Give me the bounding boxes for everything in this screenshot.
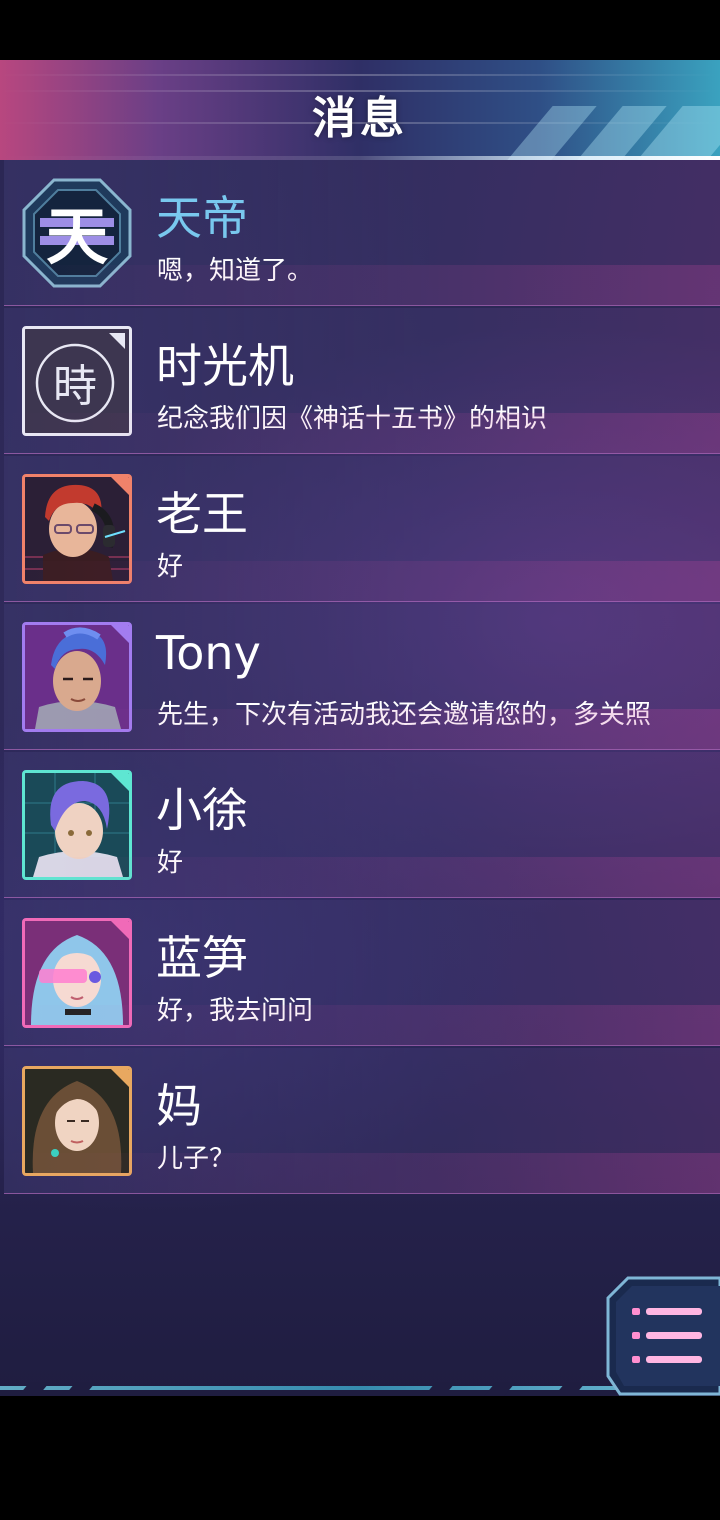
tian-octagon-logo-icon: 天 bbox=[22, 178, 132, 288]
conversation-item[interactable]: 天 天帝 嗯，知道了。 bbox=[4, 160, 720, 306]
header: 消息 bbox=[0, 60, 720, 160]
contact-name: 天帝 bbox=[156, 191, 248, 245]
menu-button[interactable] bbox=[606, 1276, 720, 1396]
contact-name: 蓝笋 bbox=[156, 931, 248, 985]
contact-name: 老王 bbox=[156, 487, 248, 541]
avatar-badge-char: 時 bbox=[53, 361, 97, 412]
conversation-item[interactable]: 蓝笋 好，我去问问 bbox=[4, 900, 720, 1046]
contact-name: 小徐 bbox=[156, 783, 248, 837]
contact-name: Tony bbox=[156, 626, 261, 680]
contact-name: 时光机 bbox=[156, 339, 294, 393]
last-message: 好，我去问问 bbox=[157, 996, 314, 1026]
last-message: 儿子？ bbox=[157, 1144, 236, 1174]
messages-app: 消息 天 天帝 嗯，知道了。 時 时光机 纪念我们因《神话十五书》的相识 老王 … bbox=[0, 60, 720, 1396]
blue-mohawk-man-avatar-icon bbox=[22, 622, 132, 732]
conversation-item[interactable]: 小徐 好 bbox=[4, 752, 720, 898]
conversation-list: 天 天帝 嗯，知道了。 時 时光机 纪念我们因《神话十五书》的相识 老王 好 T… bbox=[4, 160, 720, 1196]
brown-hair-woman-avatar-icon bbox=[22, 1066, 132, 1176]
last-message: 先生，下次有活动我还会邀请您的，多关照 bbox=[157, 700, 652, 730]
avatar-badge-char: 天 bbox=[46, 200, 108, 273]
conversation-item[interactable]: Tony 先生，下次有活动我还会邀请您的，多关照 bbox=[4, 604, 720, 750]
menu-list-icon bbox=[606, 1276, 720, 1396]
bottom-black-area bbox=[0, 1396, 720, 1520]
contact-name: 妈 bbox=[156, 1079, 202, 1133]
purple-hair-boy-avatar-icon bbox=[22, 770, 132, 880]
conversation-item[interactable]: 妈 儿子？ bbox=[4, 1048, 720, 1194]
red-hair-man-avatar-icon bbox=[22, 474, 132, 584]
blue-hair-girl-avatar-icon bbox=[22, 918, 132, 1028]
status-bar bbox=[0, 0, 720, 60]
last-message: 好 bbox=[157, 552, 184, 582]
page-title: 消息 bbox=[312, 93, 408, 144]
last-message: 纪念我们因《神话十五书》的相识 bbox=[157, 404, 548, 434]
conversation-item[interactable]: 時 时光机 纪念我们因《神话十五书》的相识 bbox=[4, 308, 720, 454]
conversation-item[interactable]: 老王 好 bbox=[4, 456, 720, 602]
time-machine-logo-icon: 時 bbox=[22, 326, 132, 436]
last-message: 嗯，知道了。 bbox=[157, 256, 314, 286]
last-message: 好 bbox=[157, 848, 184, 878]
screen: 消息 天 天帝 嗯，知道了。 時 时光机 纪念我们因《神话十五书》的相识 老王 … bbox=[0, 0, 720, 1520]
